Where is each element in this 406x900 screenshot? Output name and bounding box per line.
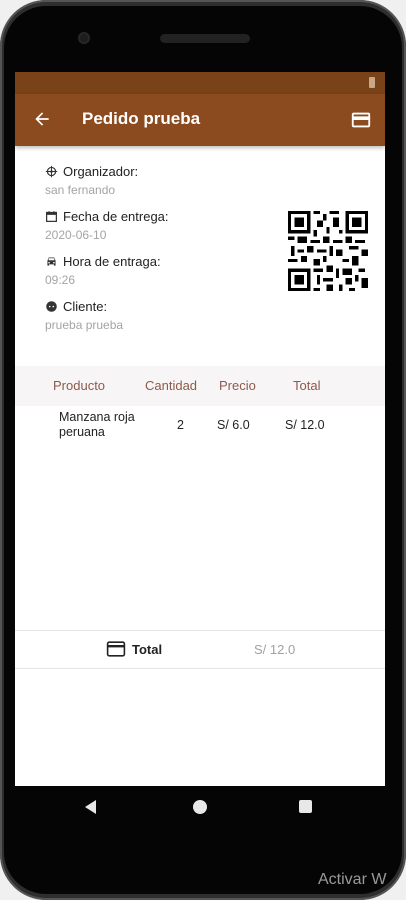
activation-watermark: Activar W [318, 871, 387, 888]
divider [15, 668, 385, 669]
product-name-cell: Manzana roja peruana [59, 410, 135, 439]
price-cell: S/ 6.0 [217, 418, 250, 432]
nav-back-icon[interactable] [85, 800, 96, 814]
organizer-value: san fernando [45, 183, 116, 197]
speaker-grille [160, 34, 250, 43]
face-icon [46, 301, 57, 312]
client-field: Cliente: prueba prueba [45, 299, 123, 332]
car-icon [47, 257, 56, 266]
delivery-date-value: 2020-06-10 [45, 228, 107, 242]
app-bar: Pedido prueba [15, 94, 385, 146]
status-bar [15, 72, 385, 94]
delivery-time-label: Hora de entraga: [63, 254, 161, 269]
app-screen: Pedido prueba Organizador: san fernando [15, 72, 385, 786]
arrow-left-icon[interactable] [32, 109, 52, 129]
header-price: Precio [219, 378, 256, 393]
dharmachakra-icon [45, 165, 58, 178]
page-title: Pedido prueba [82, 109, 201, 128]
header-total: Total [293, 378, 321, 393]
header-quantity: Cantidad [145, 378, 198, 393]
delivery-date-label: Fecha de entrega: [63, 209, 169, 224]
organizer-field: Organizador: san fernando [45, 164, 138, 197]
row-total-cell: S/ 12.0 [285, 418, 325, 432]
delivery-time-field: Hora de entraga: 09:26 [45, 254, 161, 287]
client-value: prueba prueba [45, 318, 124, 332]
battery-icon [369, 77, 375, 88]
calendar-icon [46, 211, 57, 222]
quantity-cell: 2 [177, 418, 184, 432]
total-label: Total [132, 642, 163, 657]
nav-home-icon[interactable] [193, 800, 207, 814]
total-row: Total S/ 12.0 [15, 631, 385, 669]
header-product: Producto [53, 378, 106, 393]
nav-recent-icon[interactable] [299, 800, 312, 813]
products-table-header: Producto Cantidad Precio Total [15, 366, 385, 406]
client-label: Cliente: [63, 299, 108, 314]
credit-card-icon[interactable] [350, 109, 372, 131]
delivery-time-value: 09:26 [45, 273, 76, 287]
organizer-label: Organizador: [63, 164, 139, 179]
camera-icon [78, 32, 90, 44]
android-nav-bar [15, 786, 385, 830]
total-value: S/ 12.0 [254, 642, 296, 657]
qr-code-icon [288, 211, 368, 291]
table-row: Manzana roja peruana 2 S/ 6.0 S/ 12.0 [15, 408, 385, 448]
credit-card-icon [106, 641, 126, 657]
delivery-date-field: Fecha de entrega: 2020-06-10 [45, 209, 169, 242]
